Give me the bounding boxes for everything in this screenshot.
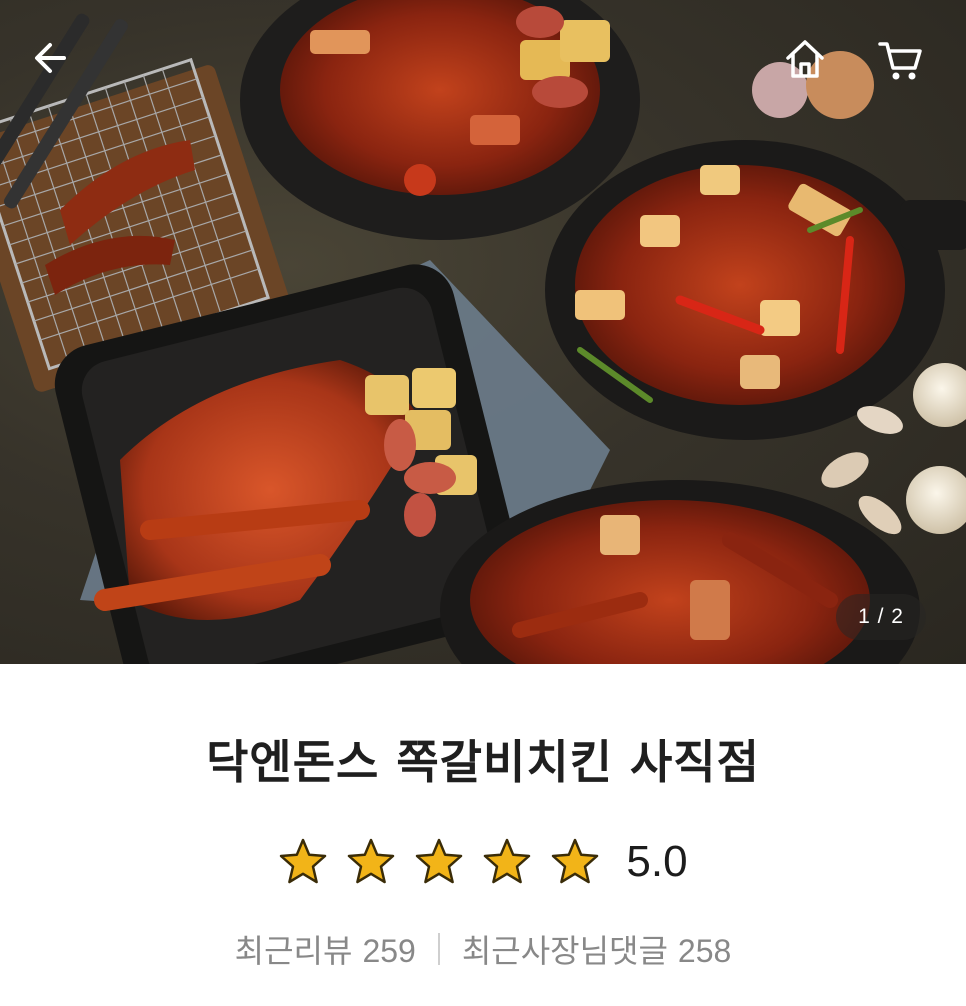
arrow-left-icon <box>35 43 66 73</box>
home-icon <box>786 40 824 78</box>
hero-image[interactable]: 1 / 2 <box>0 0 966 664</box>
food-photo <box>0 0 966 664</box>
star-rating <box>278 837 600 887</box>
cart-icon <box>878 42 922 80</box>
divider <box>437 933 440 965</box>
store-name: 닥엔돈스 쪽갈비치킨 사직점 <box>206 735 760 789</box>
star-icon <box>484 838 531 884</box>
cart-button[interactable] <box>876 36 936 96</box>
owner-reply-label: 최근사장님댓글 <box>461 932 668 970</box>
review-counts: 최근리뷰 259 최근사장님댓글 258 <box>0 926 966 972</box>
star-icon <box>416 838 463 884</box>
store-info: 닥엔돈스 쪽갈비치킨 사직점 5.0 최근리뷰 259 최근사장님댓글 258 <box>0 664 966 1006</box>
star-icon <box>280 838 327 884</box>
home-button[interactable] <box>782 36 842 96</box>
back-button[interactable] <box>28 36 88 96</box>
plate-right <box>545 140 966 440</box>
rating-value: 5.0 <box>626 837 688 886</box>
owner-reply-link[interactable]: 최근사장님댓글 258 <box>462 926 731 972</box>
star-icon <box>348 838 395 884</box>
owner-reply-count: 258 <box>677 933 732 969</box>
recent-review-label: 최근리뷰 <box>234 932 353 970</box>
image-pager: 1 / 2 <box>836 594 926 640</box>
pager-text: 1 / 2 <box>858 605 904 628</box>
recent-review-count: 259 <box>362 933 416 969</box>
recent-review-link[interactable]: 최근리뷰 259 <box>235 926 416 972</box>
star-icon <box>552 838 599 884</box>
plate-top <box>240 0 640 240</box>
rating-row: 5.0 <box>0 832 966 892</box>
